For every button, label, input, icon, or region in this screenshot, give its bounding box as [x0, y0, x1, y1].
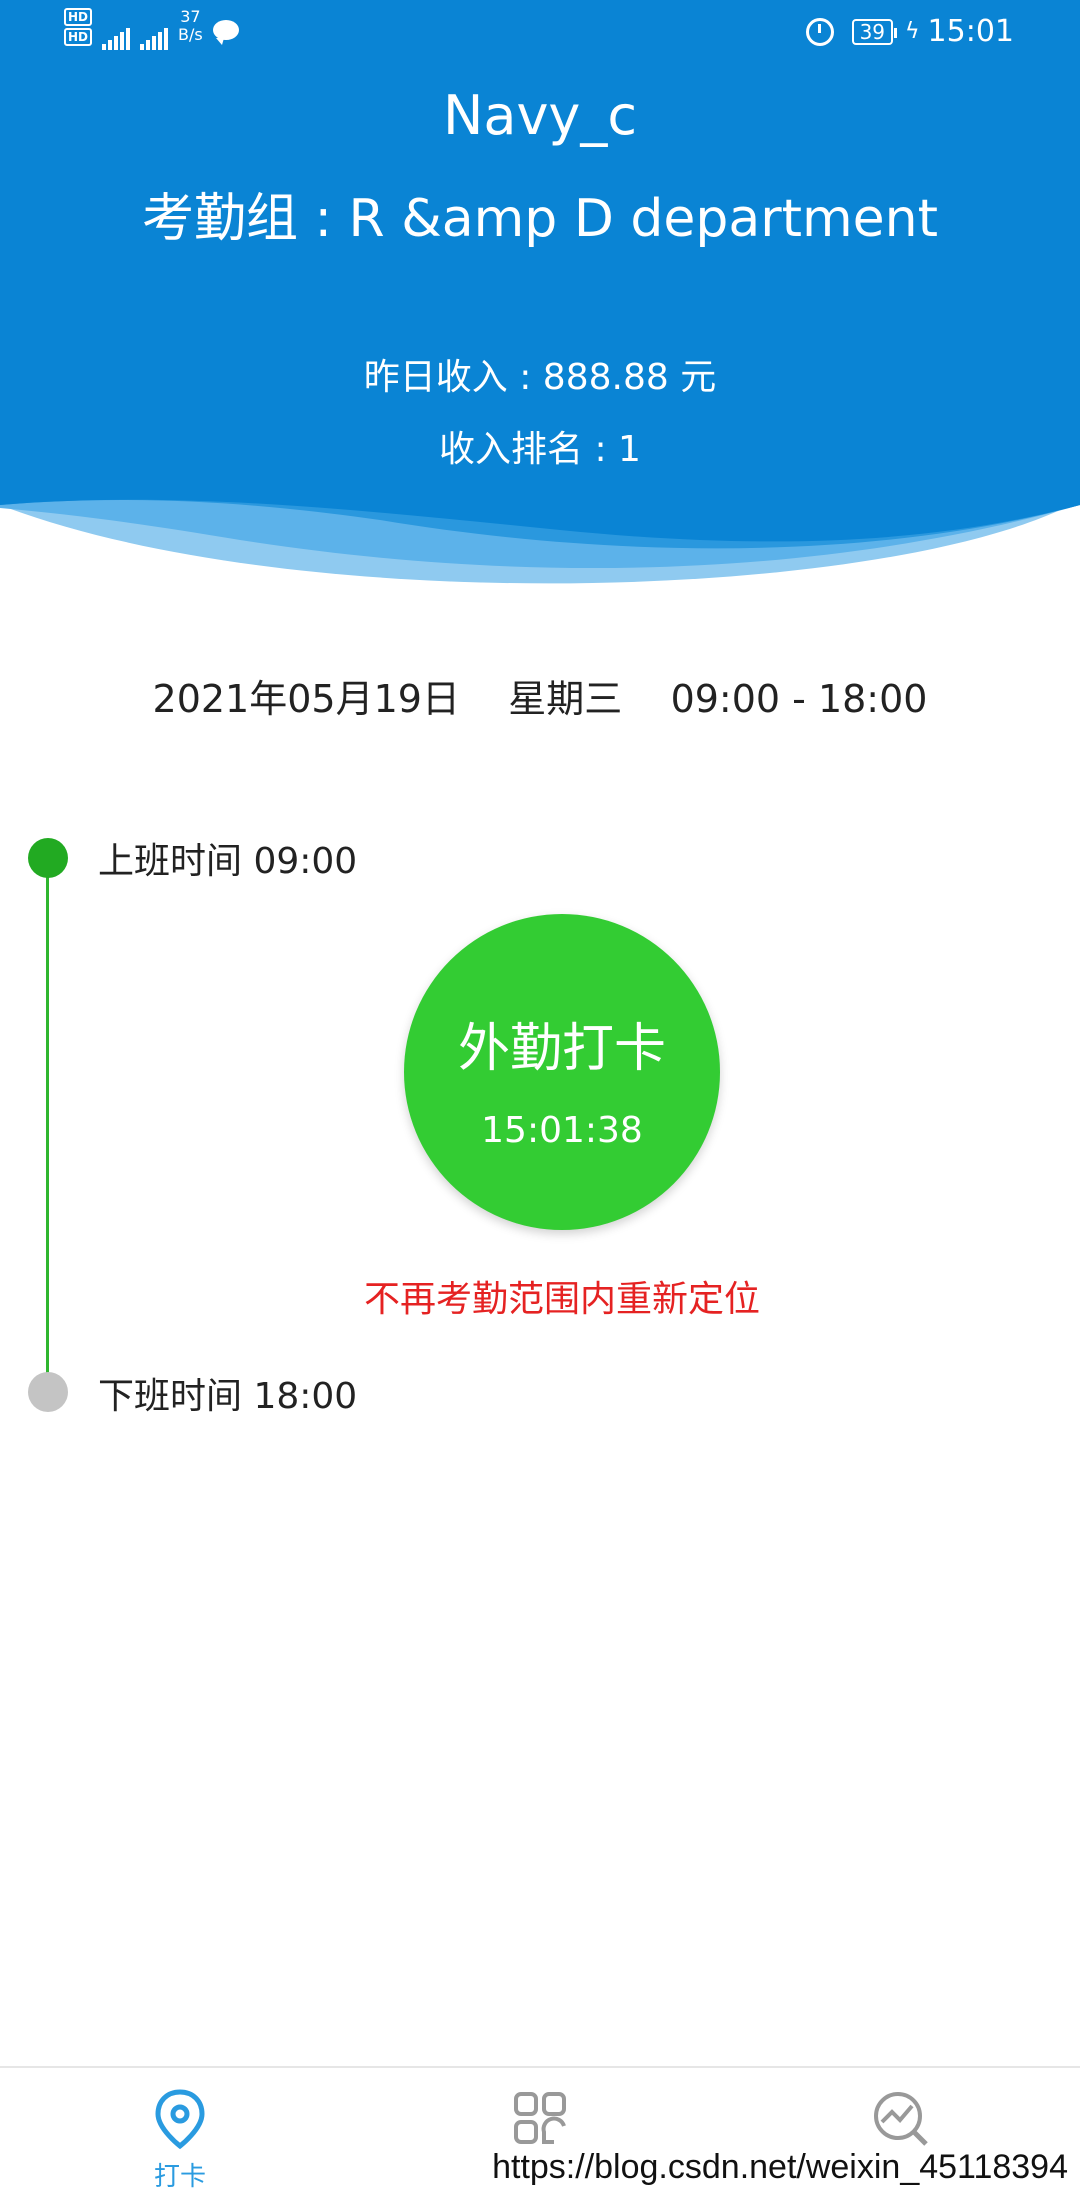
- alarm-icon: [805, 17, 834, 46]
- work-end-label: 下班时间 18:00: [98, 1376, 358, 1417]
- punch-button-title: 外勤打卡: [457, 1019, 666, 1079]
- status-time: 15:01: [927, 14, 1014, 49]
- net-speed-unit: B/s: [178, 25, 203, 44]
- charging-icon: ϟ: [905, 19, 920, 44]
- punch-button-time: 15:01:38: [481, 1110, 643, 1151]
- status-bar-left: HD HD 37 B/s: [64, 8, 239, 50]
- relocate-warning[interactable]: 不再考勤范围内重新定位: [0, 1270, 1080, 1322]
- message-icon: [212, 20, 239, 45]
- hd-badge-top: HD: [64, 8, 93, 26]
- yesterday-income: 昨日收入 : 888.88 元: [363, 357, 717, 398]
- net-speed: 37 B/s: [178, 8, 203, 44]
- attendance-group: 考勤组 : R &amp D department: [141, 189, 939, 249]
- nav-tab-punch[interactable]: 打卡: [0, 2068, 360, 2206]
- nav-tab-punch-label: 打卡: [153, 2162, 206, 2192]
- hd-badge-bottom: HD: [64, 28, 93, 46]
- timeline-end-dot: [28, 1372, 68, 1412]
- signal-icon-secondary: [140, 8, 169, 50]
- schedule-date-line: 2021年05月19日 星期三 09:00 - 18:00: [152, 677, 928, 721]
- stats-search-icon: [874, 2092, 928, 2146]
- net-speed-value: 37: [180, 7, 201, 26]
- watermark-url: https://blog.csdn.net/weixin_45118394: [492, 2148, 1068, 2186]
- location-pin-icon: [155, 2089, 205, 2150]
- battery-icon: 39: [851, 18, 898, 45]
- status-bar: HD HD 37 B/s 39 ϟ 15:01: [0, 0, 1080, 70]
- income-rank: 收入排名 : 1: [439, 429, 641, 470]
- hd-indicators: HD HD: [64, 8, 93, 46]
- timeline-start-dot: [28, 838, 68, 878]
- signal-icon: [102, 8, 131, 50]
- user-name: Navy_c: [442, 84, 638, 147]
- status-bar-right: 39 ϟ 15:01: [805, 14, 1014, 49]
- grid-icon: [514, 2092, 566, 2144]
- field-punch-button[interactable]: 外勤打卡 15:01:38: [404, 914, 720, 1230]
- work-start-label: 上班时间 09:00: [98, 841, 358, 882]
